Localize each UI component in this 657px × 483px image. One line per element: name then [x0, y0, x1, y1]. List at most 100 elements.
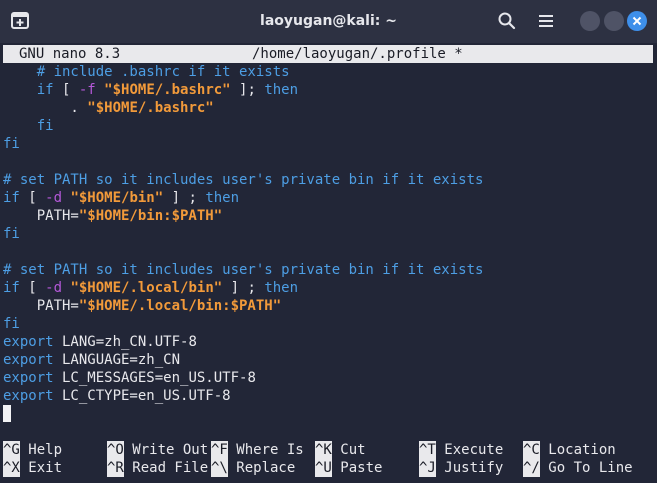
- editor-line: PATH="$HOME/.local/bin:$PATH": [3, 297, 653, 315]
- search-icon[interactable]: [496, 10, 518, 32]
- code-token: LC_CTYPE=en_US.UTF-8: [53, 388, 231, 404]
- shortcut-item: ^\ Replace: [211, 459, 295, 477]
- shortcut-key: ^O: [107, 441, 124, 459]
- maximize-button[interactable]: [604, 11, 624, 31]
- minimize-button[interactable]: [580, 11, 600, 31]
- code-token: "$HOME/.local/bin:$PATH": [78, 298, 282, 314]
- shortcut-label: Read File: [123, 460, 209, 476]
- shortcut-label: Location: [539, 442, 616, 458]
- code-token: "$HOME/.bashrc": [87, 100, 214, 116]
- shortcut-key: ^J: [419, 459, 436, 477]
- shortcut-label: Help: [19, 442, 63, 458]
- shortcut-key: ^U: [315, 459, 332, 477]
- editor-line: if [ -f "$HOME/.bashrc" ]; then: [3, 81, 653, 99]
- terminal-window: laoyugan@kali: ~ GNU nano 8.3 /home/laoy…: [0, 0, 657, 483]
- close-button[interactable]: [627, 11, 647, 31]
- shortcut-key: ^T: [419, 441, 436, 459]
- code-token: PATH=: [3, 208, 79, 224]
- code-token: [: [19, 280, 46, 296]
- editor-line: fi: [3, 135, 653, 153]
- terminal-area[interactable]: GNU nano 8.3 /home/laoyugan/.profile * #…: [0, 43, 657, 483]
- editor-line: . "$HOME/.bashrc": [3, 99, 653, 117]
- shortcut-key: ^K: [315, 441, 332, 459]
- shortcut-item: ^U Paste: [315, 459, 382, 477]
- nano-title-bar: GNU nano 8.3 /home/laoyugan/.profile *: [3, 45, 653, 63]
- code-token: fi: [3, 136, 20, 152]
- title-bar[interactable]: laoyugan@kali: ~: [0, 0, 657, 43]
- code-token: -d: [45, 190, 63, 206]
- editor-line: fi: [3, 225, 653, 243]
- new-tab-icon[interactable]: [10, 11, 32, 31]
- editor-line: fi: [3, 315, 653, 333]
- code-token: fi: [3, 226, 20, 242]
- shortcut-key: ^X: [3, 459, 20, 477]
- text-cursor: [3, 405, 11, 422]
- shortcut-item: ^R Read File: [107, 459, 208, 477]
- editor-line: fi: [3, 117, 653, 135]
- code-token: [: [53, 82, 79, 98]
- code-token: export: [3, 334, 54, 350]
- shortcut-label: Execute: [435, 442, 504, 458]
- editor-line: # set PATH so it includes user's private…: [3, 261, 653, 279]
- code-token: [: [19, 190, 46, 206]
- editor-line: export LANGUAGE=zh_CN: [3, 351, 653, 369]
- shortcut-label: Paste: [331, 460, 383, 476]
- shortcut-item: ^J Justify: [419, 459, 503, 477]
- nano-version: GNU nano 8.3: [19, 46, 121, 62]
- code-token: if: [36, 82, 54, 98]
- shortcut-item: ^/ Go To Line: [523, 459, 633, 477]
- code-token: -f: [78, 82, 96, 98]
- shortcut-label: Replace: [227, 460, 296, 476]
- code-token: "$HOME/.local/bin": [70, 280, 223, 296]
- shortcut-key: ^G: [3, 441, 20, 459]
- code-token: -d: [45, 280, 63, 296]
- code-token: # set PATH so it includes user's private…: [3, 262, 484, 278]
- shortcut-item: ^T Execute: [419, 441, 503, 459]
- code-token: "$HOME/.bashrc": [104, 82, 231, 98]
- shortcut-key: ^R: [107, 459, 124, 477]
- shortcut-item: ^G Help: [3, 441, 62, 459]
- shortcut-label: Go To Line: [539, 460, 633, 476]
- window-title: laoyugan@kali: ~: [260, 13, 397, 29]
- shortcut-label: Justify: [435, 460, 504, 476]
- code-token: # set PATH so it includes user's private…: [3, 172, 484, 188]
- editor-line: export LC_MESSAGES=en_US.UTF-8: [3, 369, 653, 387]
- shortcut-label: Write Out: [123, 442, 209, 458]
- shortcut-label: Where Is: [227, 442, 304, 458]
- code-token: then: [205, 190, 240, 206]
- code-token: "$HOME/bin": [70, 190, 164, 206]
- code-token: LANG=zh_CN.UTF-8: [53, 334, 197, 350]
- close-icon: [632, 16, 642, 26]
- code-token: "$HOME/bin:$PATH": [78, 208, 223, 224]
- code-token: PATH=: [3, 298, 79, 314]
- code-token: export: [3, 370, 54, 386]
- code-token: fi: [36, 118, 54, 134]
- shortcut-key: ^C: [523, 441, 540, 459]
- code-token: export: [3, 388, 54, 404]
- editor-line: if [ -d "$HOME/.local/bin" ] ; then: [3, 279, 653, 297]
- editor-line: export LC_CTYPE=en_US.UTF-8: [3, 387, 653, 405]
- code-token: ] ;: [222, 280, 265, 296]
- code-token: LANGUAGE=zh_CN: [53, 352, 181, 368]
- shortcut-item: ^X Exit: [3, 459, 62, 477]
- shortcut-item: ^O Write Out: [107, 441, 208, 459]
- code-token: ];: [230, 82, 265, 98]
- editor-line: if [ -d "$HOME/bin" ] ; then: [3, 189, 653, 207]
- code-token: export: [3, 352, 54, 368]
- editor-line: PATH="$HOME/bin:$PATH": [3, 207, 653, 225]
- code-token: fi: [3, 316, 20, 332]
- shortcut-item: ^C Location: [523, 441, 616, 459]
- hamburger-menu-icon[interactable]: [535, 10, 557, 32]
- shortcut-key: ^F: [211, 441, 228, 459]
- code-token: if: [3, 190, 20, 206]
- nano-filename: /home/laoyugan/.profile *: [252, 46, 463, 62]
- code-token: if: [3, 280, 20, 296]
- code-token: .: [3, 100, 88, 116]
- editor-line: export LANG=zh_CN.UTF-8: [3, 333, 653, 351]
- shortcut-key: ^\: [211, 459, 228, 477]
- code-token: ] ;: [163, 190, 206, 206]
- code-token: LC_MESSAGES=en_US.UTF-8: [53, 370, 256, 386]
